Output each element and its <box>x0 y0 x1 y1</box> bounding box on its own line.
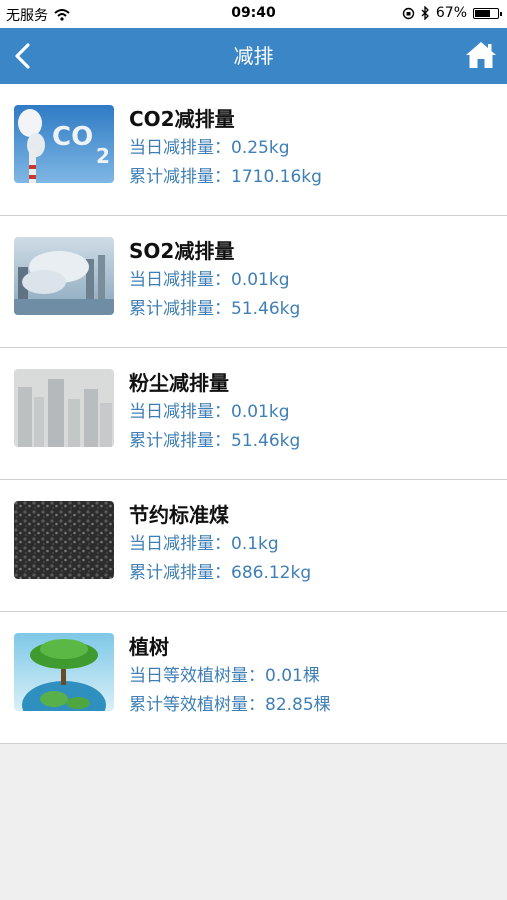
item-title: 粉尘减排量 <box>129 371 229 395</box>
item-text: SO2减排量 当日减排量：0.01kg 累计减排量：51.46kg <box>129 236 300 324</box>
battery-icon <box>473 7 502 19</box>
item-daily-value: 当日等效植树量：0.01棵 <box>129 666 320 686</box>
item-text: 节约标准煤 当日减排量：0.1kg 累计减排量：686.12kg <box>129 500 311 588</box>
status-right: 67% <box>402 5 502 21</box>
coal-image <box>14 501 114 579</box>
item-daily-value: 当日减排量：0.25kg <box>129 138 290 158</box>
orientation-lock-icon <box>402 7 415 19</box>
item-total-value: 累计减排量：51.46kg <box>129 299 301 319</box>
bluetooth-icon <box>421 6 429 20</box>
item-text: 植树 当日等效植树量：0.01棵 累计等效植树量：82.85棵 <box>129 632 331 720</box>
battery-fill <box>475 9 490 17</box>
list-item-co2[interactable]: CO 2 CO2减排量 当日减排量：0.25kg 累计减排量：1710.16kg <box>0 84 507 216</box>
list-item-so2[interactable]: SO2减排量 当日减排量：0.01kg 累计减排量：51.46kg <box>0 216 507 348</box>
item-daily-value: 当日减排量：0.1kg <box>129 534 279 554</box>
item-title: 植树 <box>129 635 169 659</box>
status-bar: 无服务 09:40 67% <box>0 0 507 28</box>
dusty-city-image <box>14 369 114 447</box>
list-item-dust[interactable]: 粉尘减排量 当日减排量：0.01kg 累计减排量：51.46kg <box>0 348 507 480</box>
item-total-value: 累计等效植树量：82.85棵 <box>129 695 331 715</box>
item-total-value: 累计减排量：51.46kg <box>129 431 301 451</box>
battery-percent: 67% <box>435 5 467 21</box>
page-title: 减排 <box>233 44 274 68</box>
item-title: 节约标准煤 <box>129 503 229 527</box>
item-title: SO2减排量 <box>129 239 235 263</box>
item-daily-value: 当日减排量：0.01kg <box>129 402 290 422</box>
smoggy-factory-image <box>14 237 114 315</box>
svg-text:2: 2 <box>96 144 110 168</box>
list-item-trees[interactable]: 植树 当日等效植树量：0.01棵 累计等效植树量：82.85棵 <box>0 612 507 744</box>
item-text: CO2减排量 当日减排量：0.25kg 累计减排量：1710.16kg <box>129 104 322 192</box>
nav-bar: 减排 <box>0 28 507 84</box>
tree-globe-image <box>14 633 114 711</box>
list-item-coal[interactable]: 节约标准煤 当日减排量：0.1kg 累计减排量：686.12kg <box>0 480 507 612</box>
item-daily-value: 当日减排量：0.01kg <box>129 270 290 290</box>
item-title: CO2减排量 <box>129 107 235 131</box>
home-icon[interactable] <box>465 40 497 70</box>
co2-smokestack-image: CO 2 <box>14 105 114 183</box>
item-total-value: 累计减排量：1710.16kg <box>129 167 322 187</box>
item-total-value: 累计减排量：686.12kg <box>129 563 312 583</box>
emission-list: CO 2 CO2减排量 当日减排量：0.25kg 累计减排量：1710.16kg <box>0 84 507 744</box>
svg-text:CO: CO <box>52 122 93 152</box>
item-text: 粉尘减排量 当日减排量：0.01kg 累计减排量：51.46kg <box>129 368 300 456</box>
